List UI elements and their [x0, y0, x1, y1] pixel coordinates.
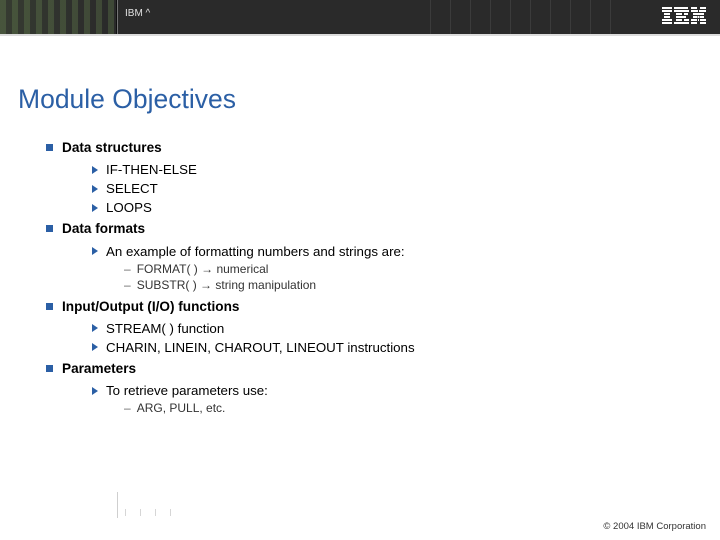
- list-item: CHARIN, LINEIN, CHAROUT, LINEOUT instruc…: [92, 339, 720, 356]
- header-art-ticks: [430, 0, 630, 34]
- section-data-structures: Data structures IF-THEN-ELSE SELECT LOOP…: [46, 139, 720, 216]
- header-divider: [117, 0, 118, 34]
- page-title: Module Objectives: [18, 84, 720, 115]
- header-bar: IBM ^: [0, 0, 720, 34]
- section-header: Parameters: [46, 360, 720, 377]
- bullet-dash-icon: –: [124, 401, 131, 416]
- footer-art: [0, 492, 260, 518]
- section-title: Input/Output (I/O) functions: [62, 298, 239, 315]
- footer-tick: [140, 509, 141, 516]
- title-spacer: [0, 36, 720, 84]
- bullet-square-icon: [46, 303, 53, 310]
- section-header: Data structures: [46, 139, 720, 156]
- sub-list-item-text: ARG, PULL, etc.: [137, 401, 226, 416]
- bullet-dash-icon: –: [124, 278, 131, 293]
- list-item-text: IF-THEN-ELSE: [106, 161, 197, 178]
- section-header: Data formats: [46, 220, 720, 237]
- list-item-text: To retrieve parameters use:: [106, 382, 268, 399]
- list-item: An example of formatting numbers and str…: [92, 243, 720, 260]
- bullet-square-icon: [46, 144, 53, 151]
- section-title: Parameters: [62, 360, 136, 377]
- list-item: To retrieve parameters use:: [92, 382, 720, 399]
- slide: IBM ^: [0, 0, 720, 540]
- bullet-square-icon: [46, 225, 53, 232]
- bullet-triangle-icon: [92, 343, 98, 351]
- section-data-formats: Data formats An example of formatting nu…: [46, 220, 720, 293]
- content-body: Data structures IF-THEN-ELSE SELECT LOOP…: [46, 139, 720, 417]
- bullet-triangle-icon: [92, 166, 98, 174]
- bullet-square-icon: [46, 365, 53, 372]
- sub-list-item: –SUBSTR( ) → string manipulation: [124, 278, 720, 293]
- bullet-triangle-icon: [92, 247, 98, 255]
- list-item-text: LOOPS: [106, 199, 152, 216]
- list-item: SELECT: [92, 180, 720, 197]
- bullet-dash-icon: –: [124, 262, 131, 277]
- bullet-triangle-icon: [92, 324, 98, 332]
- bullet-triangle-icon: [92, 204, 98, 212]
- section-parameters: Parameters To retrieve parameters use: –…: [46, 360, 720, 417]
- footer-divider: [117, 492, 118, 518]
- header-art-left: [0, 0, 120, 34]
- section-title: Data structures: [62, 139, 162, 156]
- header-brand-label: IBM ^: [125, 8, 150, 19]
- footer-tick: [125, 509, 126, 516]
- list-item: IF-THEN-ELSE: [92, 161, 720, 178]
- section-io-functions: Input/Output (I/O) functions STREAM( ) f…: [46, 298, 720, 356]
- footer-tick: [155, 509, 156, 516]
- list-item-text: CHARIN, LINEIN, CHAROUT, LINEOUT instruc…: [106, 339, 415, 356]
- list-item-text: An example of formatting numbers and str…: [106, 243, 405, 260]
- footer-tick: [170, 509, 171, 516]
- list-item-text: SELECT: [106, 180, 158, 197]
- section-header: Input/Output (I/O) functions: [46, 298, 720, 315]
- bullet-triangle-icon: [92, 387, 98, 395]
- sub-list-item: –FORMAT( ) → numerical: [124, 262, 720, 277]
- sub-list-item-text: FORMAT( ) → numerical: [137, 262, 269, 277]
- list-item-text: STREAM( ) function: [106, 320, 224, 337]
- sub-list-item: –ARG, PULL, etc.: [124, 401, 720, 416]
- sub-list-item-text: SUBSTR( ) → string manipulation: [137, 278, 316, 293]
- bullet-triangle-icon: [92, 185, 98, 193]
- list-item: LOOPS: [92, 199, 720, 216]
- footer-copyright: © 2004 IBM Corporation: [603, 521, 706, 532]
- ibm-logo-icon: [662, 7, 706, 30]
- section-title: Data formats: [62, 220, 145, 237]
- list-item: STREAM( ) function: [92, 320, 720, 337]
